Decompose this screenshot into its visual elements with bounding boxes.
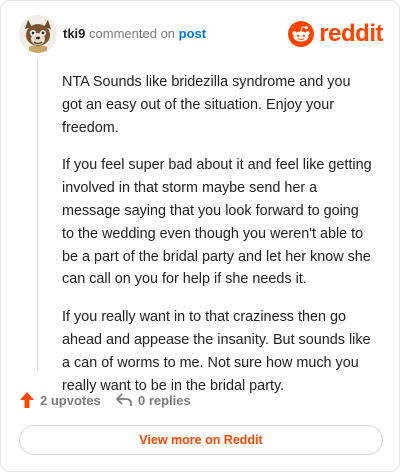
byline: tki9 commented on post: [63, 25, 206, 43]
embedded-comment-card: tki9 commented on post reddit NTA Sounds…: [0, 0, 400, 472]
upvote-arrow-icon: [20, 392, 34, 408]
comment-body: NTA Sounds like bridezilla syndrome and …: [62, 71, 374, 412]
post-link[interactable]: post: [179, 26, 206, 41]
reply-arrow-icon: [116, 393, 132, 406]
upvote-count: 2 upvotes: [40, 392, 101, 408]
reply-button[interactable]: 0 replies: [115, 389, 191, 411]
reply-count: 0 replies: [138, 392, 191, 408]
avatar[interactable]: [19, 15, 57, 53]
reddit-wordmark: reddit: [319, 20, 383, 47]
upvote-button[interactable]: 2 upvotes: [19, 389, 101, 411]
comment-actions: 2 upvotes 0 replies: [19, 389, 381, 411]
comment-header: tki9 commented on post reddit: [19, 15, 385, 53]
thread-line: [37, 59, 38, 371]
username-link[interactable]: tki9: [63, 26, 85, 41]
view-more-button[interactable]: View more on Reddit: [19, 425, 383, 455]
action-text: commented on: [89, 26, 176, 41]
reddit-logo-icon: [288, 21, 315, 47]
reddit-brand[interactable]: reddit: [288, 20, 383, 48]
avatar-image: [19, 15, 57, 53]
comment-paragraph: NTA Sounds like bridezilla syndrome and …: [62, 74, 351, 136]
comment-paragraph: If you feel super bad about it and feel …: [62, 157, 372, 288]
comment-paragraph: If you really want in to that craziness …: [62, 309, 371, 394]
